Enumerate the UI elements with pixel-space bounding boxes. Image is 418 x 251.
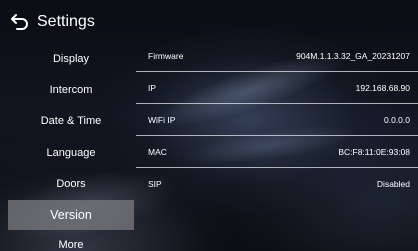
back-arrow-icon[interactable] xyxy=(10,11,30,31)
info-row-firmware: Firmware 904M.1.1.3.32_GA_20231207 xyxy=(136,40,418,72)
version-info-panel: Firmware 904M.1.1.3.32_GA_20231207 IP 19… xyxy=(136,40,418,205)
info-row-wifi-ip: WiFi IP 0.0.0.0 xyxy=(136,104,418,136)
info-label: SIP xyxy=(148,179,162,189)
mac-value: BC:F8:11:0E:93:08 xyxy=(338,147,410,157)
sidebar-item-intercom[interactable]: Intercom xyxy=(8,75,134,105)
firmware-value: 904M.1.1.3.32_GA_20231207 xyxy=(296,51,410,61)
header-bar: Settings xyxy=(0,0,418,44)
sidebar-item-label: More xyxy=(58,239,84,251)
ip-value: 192.168.68.90 xyxy=(355,83,410,93)
sidebar-item-doors[interactable]: Doors xyxy=(8,169,134,199)
page-title: Settings xyxy=(37,13,95,30)
sidebar-item-label: Date & Time xyxy=(40,115,102,127)
sidebar-item-more[interactable]: More xyxy=(8,230,134,251)
info-row-ip: IP 192.168.68.90 xyxy=(136,72,418,104)
info-row-mac: MAC BC:F8:11:0E:93:08 xyxy=(136,136,418,168)
sidebar-item-label: Language xyxy=(46,147,96,159)
sidebar-item-label: Version xyxy=(50,208,92,222)
sidebar-item-language[interactable]: Language xyxy=(8,138,134,168)
info-label: Firmware xyxy=(148,51,184,61)
sidebar-nav: Display Intercom Date & Time Language Do… xyxy=(0,40,140,251)
info-label: WiFi IP xyxy=(148,115,176,125)
sidebar-item-label: Doors xyxy=(56,178,86,190)
settings-screen: Settings Display Intercom Date & Time La… xyxy=(0,0,418,251)
info-label: IP xyxy=(148,83,157,93)
sidebar-item-version[interactable]: Version xyxy=(8,200,134,230)
wifi-ip-value: 0.0.0.0 xyxy=(384,115,410,125)
sidebar-item-date-time[interactable]: Date & Time xyxy=(8,106,134,136)
sidebar-item-display[interactable]: Display xyxy=(8,44,134,74)
sip-status-value: Disabled xyxy=(376,179,410,189)
sidebar-item-label: Intercom xyxy=(49,84,93,96)
info-row-sip: SIP Disabled xyxy=(136,168,418,200)
info-label: MAC xyxy=(148,147,167,157)
sidebar-item-label: Display xyxy=(52,53,90,65)
